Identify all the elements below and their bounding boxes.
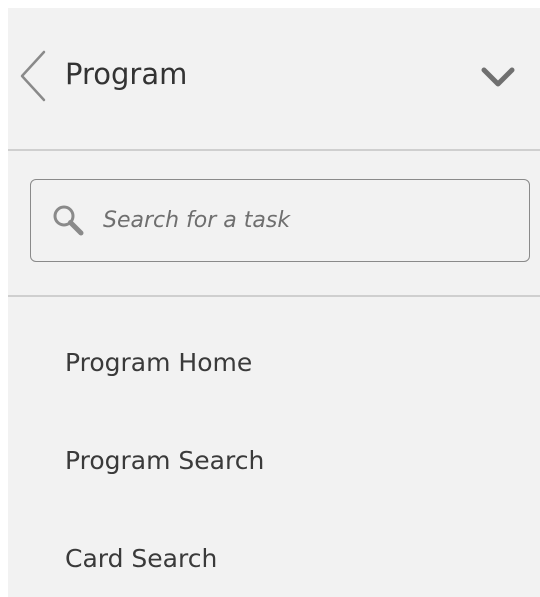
chevron-left-icon[interactable] <box>16 48 52 104</box>
search-icon <box>51 203 87 239</box>
nav-item-program-home[interactable]: Program Home <box>8 324 540 404</box>
nav-item-label: Program Search <box>65 446 265 475</box>
nav-item-program-search[interactable]: Program Search <box>8 422 540 502</box>
search-input[interactable] <box>103 200 503 240</box>
nav-item-card-search[interactable]: Card Search <box>8 520 540 597</box>
panel-title: Program <box>65 57 188 91</box>
header-divider <box>8 149 540 151</box>
chevron-down-icon[interactable] <box>476 62 520 92</box>
search-box[interactable] <box>30 179 530 262</box>
panel-header: Program <box>8 8 540 149</box>
nav-item-label: Card Search <box>65 544 218 573</box>
search-divider <box>8 295 540 297</box>
task-panel: Program Program Home Program Search Card… <box>8 8 540 597</box>
nav-item-label: Program Home <box>65 348 253 377</box>
